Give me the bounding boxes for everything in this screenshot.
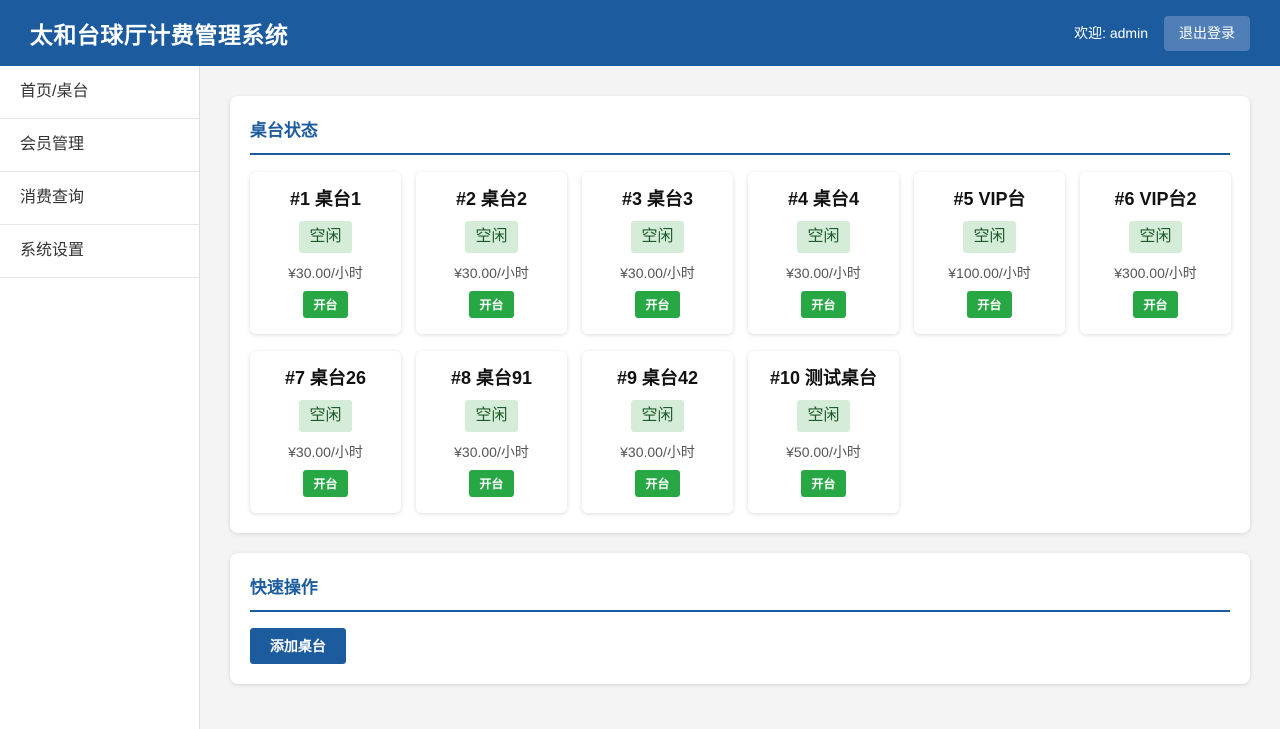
sidebar-item-consumption-query[interactable]: 消费查询	[0, 172, 199, 225]
status-badge: 空闲	[631, 221, 684, 253]
table-card: #7 桌台26 空闲 ¥30.00/小时开台	[250, 351, 401, 513]
status-badge: 空闲	[465, 221, 518, 253]
table-price: ¥30.00/小时	[288, 265, 363, 281]
table-status-panel: 桌台状态 #1 桌台1 空闲 ¥30.00/小时 开台 #2 桌台2 空闲 ¥30.00/小…	[230, 96, 1250, 533]
open-table-button[interactable]: 开台	[469, 470, 514, 497]
welcome-text: 欢迎: admin	[1074, 25, 1148, 41]
table-name: #4 桌台4	[787, 189, 860, 209]
table-card: #8 桌台91 空闲 ¥30.00/小时开台	[416, 351, 567, 513]
table-grid: #1 桌台1 空闲 ¥30.00/小时 开台 #2 桌台2 空闲 ¥30.00/小时 开台 #3…	[250, 172, 1231, 513]
open-table-button[interactable]: 开台	[801, 470, 846, 497]
table-price: ¥30.00/小时	[786, 265, 861, 281]
sidebar-item-members[interactable]: 会员管理	[0, 119, 199, 172]
table-price: ¥30.00/小时	[288, 444, 363, 460]
table-name: #2 桌台2	[455, 189, 528, 209]
table-name: #5 VIP台	[953, 189, 1026, 209]
table-price: ¥30.00/小时	[454, 265, 529, 281]
table-card: #4 桌台4 空闲 ¥30.00/小时开台	[748, 172, 899, 334]
table-card: #2 桌台2 空闲 ¥30.00/小时开台	[416, 172, 567, 334]
main-content: 桌台状态 #1 桌台1 空闲 ¥30.00/小时 开台 #2 桌台2 空闲 ¥30.00/小…	[230, 96, 1250, 684]
table-name: #1 桌台1	[289, 189, 362, 209]
open-table-button[interactable]: 开台	[303, 470, 348, 497]
quick-actions-panel: 快速操作 添加桌台	[230, 553, 1250, 684]
table-price: ¥100.00/小时	[948, 265, 1031, 281]
sidebar: 首页/桌台 会员管理 消费查询 系统设置	[0, 66, 200, 729]
status-badge: 空闲	[963, 221, 1016, 253]
table-price: ¥30.00/小时	[620, 265, 695, 281]
table-name: #3 桌台3	[621, 189, 694, 209]
status-badge: 空闲	[631, 400, 684, 432]
logout-button[interactable]: 退出登录	[1164, 15, 1250, 51]
table-price: ¥50.00/小时	[786, 444, 861, 460]
status-badge: 空闲	[797, 221, 850, 253]
status-badge: 空闲	[797, 400, 850, 432]
table-name: #6 VIP台2	[1114, 189, 1197, 209]
open-table-button[interactable]: 开台	[635, 470, 680, 497]
open-table-button[interactable]: 开台	[469, 291, 514, 318]
open-table-button[interactable]: 开台	[1133, 291, 1178, 318]
table-card: #5 VIP台空闲 ¥100.00/小时开台	[914, 172, 1065, 334]
open-table-button[interactable]: 开台	[303, 291, 348, 318]
table-price: ¥30.00/小时	[620, 444, 695, 460]
table-card: #10 测试桌台空闲 ¥50.00/小时开台	[748, 351, 899, 513]
add-table-button[interactable]: 添加桌台	[250, 628, 346, 664]
table-price: ¥300.00/小时	[1114, 265, 1197, 281]
status-badge: 空闲	[299, 400, 352, 432]
status-badge: 空闲	[465, 400, 518, 432]
table-card: #1 桌台1 空闲 ¥30.00/小时开台	[250, 172, 401, 334]
status-badge: 空闲	[1129, 221, 1182, 253]
table-name: #9 桌台42	[616, 368, 699, 388]
user-area: 欢迎: admin 退出登录	[1074, 15, 1250, 51]
table-card: #6 VIP台2 空闲 ¥300.00/小时开台	[1080, 172, 1231, 334]
table-status-title: 桌台状态	[250, 116, 1230, 155]
table-name: #10 测试桌台	[769, 368, 878, 388]
app-title: 太和台球厅计费管理系统	[30, 22, 289, 48]
open-table-button[interactable]: 开台	[635, 291, 680, 318]
table-price: ¥30.00/小时	[454, 444, 529, 460]
top-header: 太和台球厅计费管理系统 欢迎: admin 退出登录	[0, 0, 1280, 66]
status-badge: 空闲	[299, 221, 352, 253]
table-name: #8 桌台91	[450, 368, 533, 388]
open-table-button[interactable]: 开台	[801, 291, 846, 318]
table-name: #7 桌台26	[284, 368, 367, 388]
sidebar-item-home-tables[interactable]: 首页/桌台	[0, 66, 199, 119]
table-card: #9 桌台42 空闲 ¥30.00/小时开台	[582, 351, 733, 513]
quick-actions-title: 快速操作	[250, 573, 1230, 612]
open-table-button[interactable]: 开台	[967, 291, 1012, 318]
sidebar-item-settings[interactable]: 系统设置	[0, 225, 199, 278]
table-card: #3 桌台3 空闲 ¥30.00/小时开台	[582, 172, 733, 334]
